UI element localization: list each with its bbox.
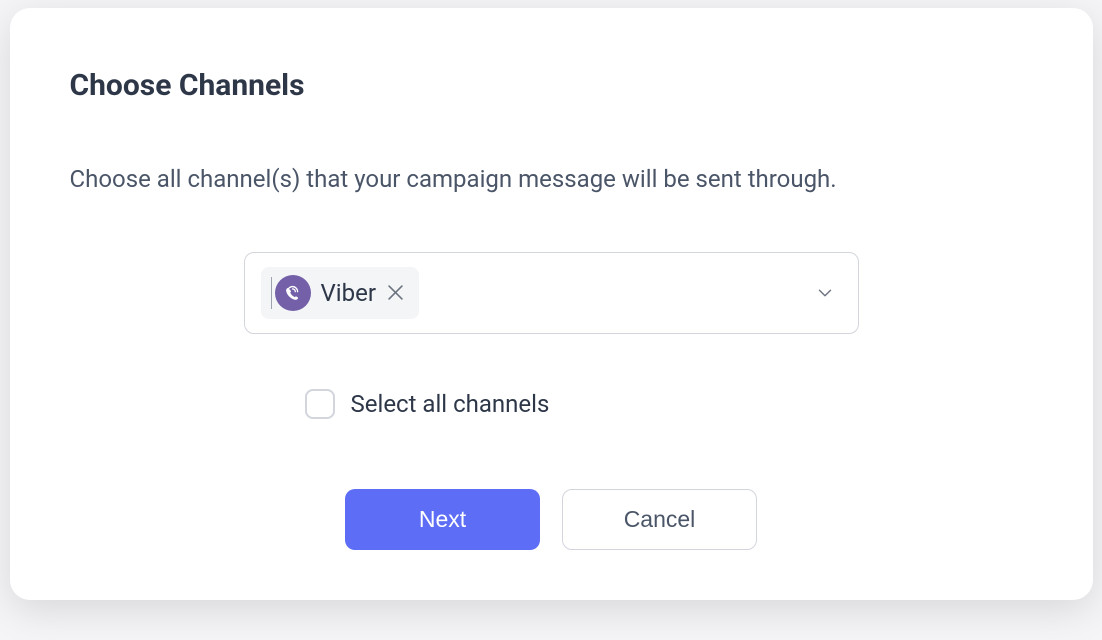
select-wrapper: Viber bbox=[70, 252, 1033, 334]
page-title: Choose Channels bbox=[70, 68, 1033, 103]
channel-select[interactable]: Viber bbox=[244, 252, 859, 334]
description-text: Choose all channel(s) that your campaign… bbox=[70, 163, 1033, 197]
buttons-row: Next Cancel bbox=[70, 489, 1033, 550]
cancel-button[interactable]: Cancel bbox=[562, 489, 757, 550]
channel-chip-viber: Viber bbox=[261, 267, 419, 319]
select-all-label: Select all channels bbox=[351, 390, 550, 418]
viber-icon bbox=[275, 275, 311, 311]
chip-remove-icon[interactable] bbox=[386, 285, 405, 300]
chip-label: Viber bbox=[321, 279, 376, 307]
select-all-checkbox[interactable] bbox=[305, 389, 335, 419]
select-all-row: Select all channels bbox=[70, 389, 1033, 419]
next-button[interactable]: Next bbox=[345, 489, 540, 550]
channel-selection-card: Choose Channels Choose all channel(s) th… bbox=[10, 8, 1093, 600]
chevron-down-icon[interactable] bbox=[814, 282, 836, 304]
